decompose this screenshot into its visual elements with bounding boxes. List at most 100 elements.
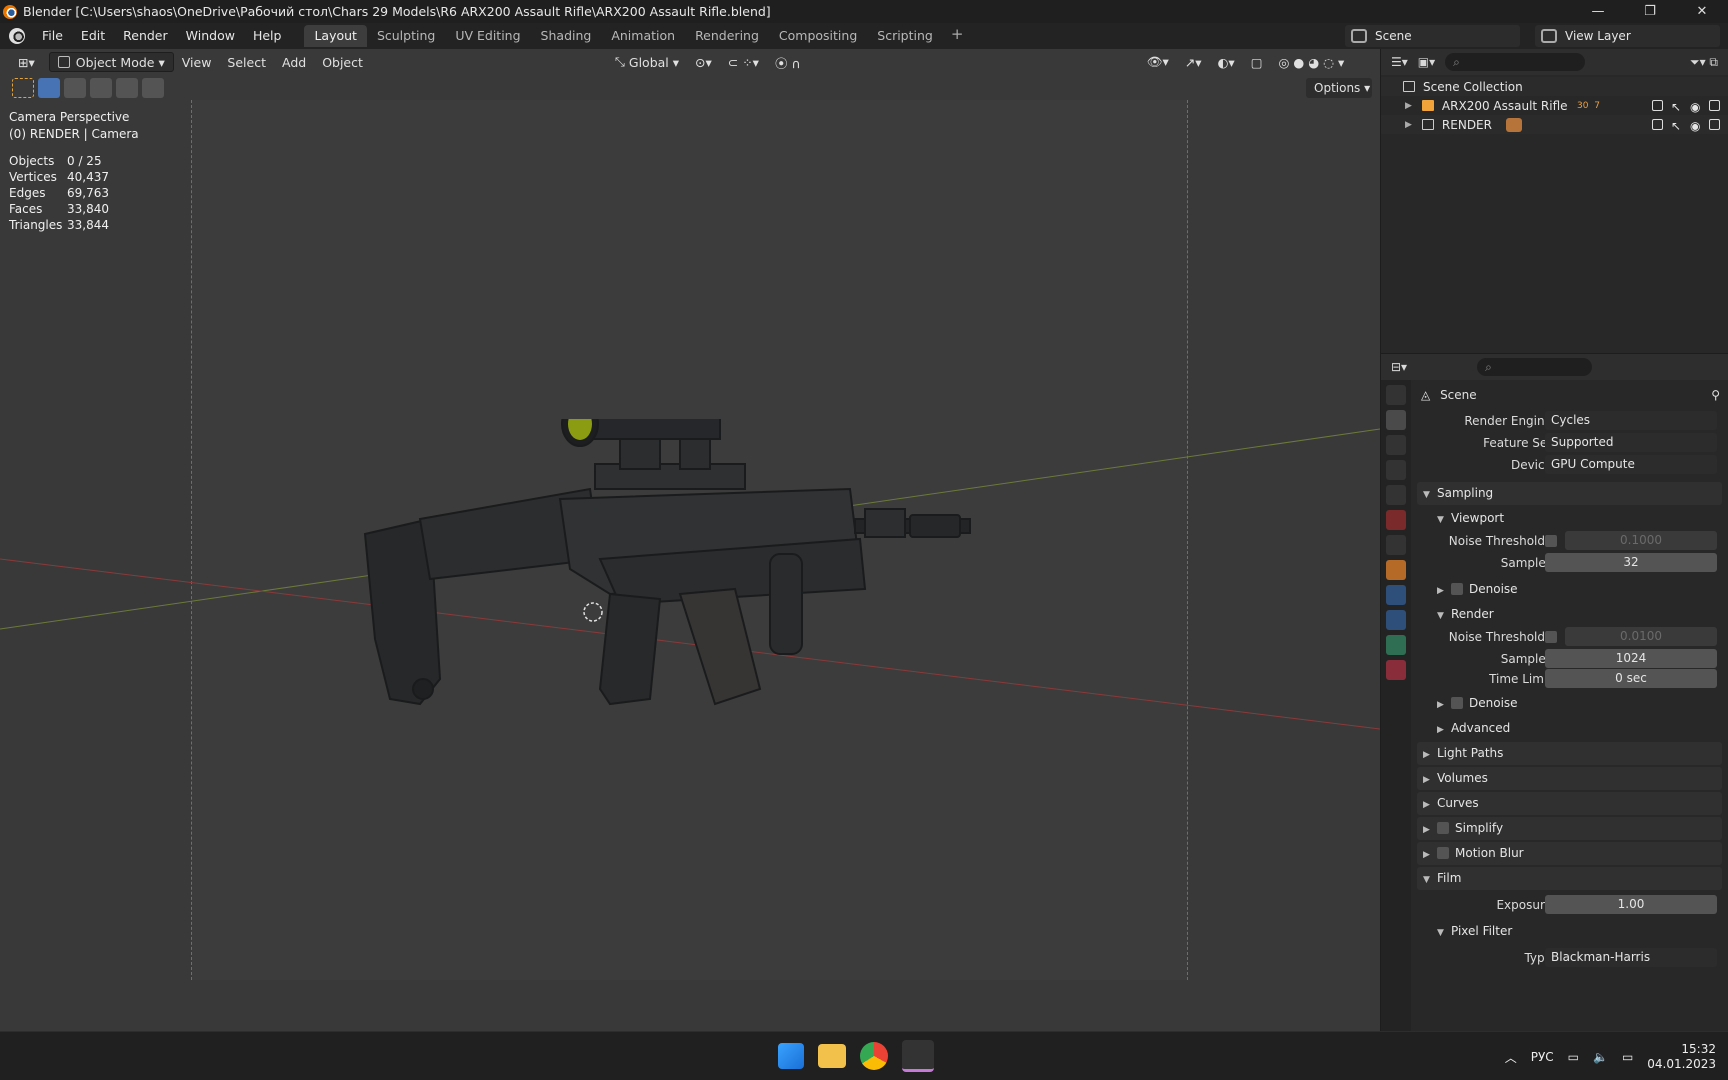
tray-chevron-icon[interactable]: ︿ — [1505, 1049, 1517, 1066]
denoise-checkbox[interactable] — [1451, 697, 1463, 709]
time-limit-field[interactable]: 0 sec — [1545, 669, 1717, 688]
orientation-dropdown[interactable]: ⤡ Global ▾ — [607, 52, 687, 72]
select-subtract-icon[interactable] — [90, 78, 112, 98]
output-tab-icon[interactable] — [1386, 435, 1406, 455]
texture-tab-icon[interactable] — [1386, 660, 1406, 680]
filter-icon[interactable]: ⏷▾ ⧉ — [1690, 55, 1718, 70]
simplify-panel[interactable]: ▶ Simplify — [1417, 817, 1722, 840]
scene-collection-row[interactable]: Scene Collection — [1381, 77, 1728, 96]
properties-editor-icon[interactable]: ⊟▾ — [1391, 360, 1407, 374]
r-noise-field[interactable]: 0.0100 — [1565, 627, 1717, 646]
add-workspace-icon[interactable]: + — [943, 25, 972, 47]
outliner-item-arx200[interactable]: ▶ ARX200 Assault Rifle 30 7 ↖ ◉ — [1381, 96, 1728, 115]
camera-icon[interactable] — [1709, 119, 1720, 130]
minimize-icon[interactable]: — — [1572, 0, 1624, 23]
expand-icon[interactable]: ▶ — [1405, 101, 1412, 111]
menu-view[interactable]: View — [174, 52, 220, 72]
language-indicator[interactable]: РУС — [1531, 1050, 1554, 1064]
select-invert-icon[interactable] — [116, 78, 138, 98]
tab-sculpting[interactable]: Sculpting — [367, 25, 445, 47]
checkbox-icon[interactable] — [1652, 100, 1663, 111]
motion-blur-panel[interactable]: ▶ Motion Blur — [1417, 842, 1722, 865]
properties-search-input[interactable]: ⌕ — [1477, 358, 1593, 376]
network-icon[interactable]: ▭ — [1568, 1050, 1579, 1064]
feature-set-dropdown[interactable]: Supported — [1545, 433, 1717, 452]
render-subpanel-header[interactable]: ▼ Render — [1417, 603, 1722, 626]
filter-type-dropdown[interactable]: Blackman-Harris — [1545, 948, 1717, 967]
physics-tab-icon[interactable] — [1386, 585, 1406, 605]
pixel-filter-subpanel[interactable]: ▼ Pixel Filter — [1417, 920, 1722, 943]
vp-samples-field[interactable]: 32 — [1545, 553, 1717, 572]
motion-blur-checkbox[interactable] — [1437, 847, 1449, 859]
scene-tab-icon[interactable] — [1386, 485, 1406, 505]
object-tab-icon[interactable] — [1386, 560, 1406, 580]
tab-compositing[interactable]: Compositing — [769, 25, 867, 47]
select-icon[interactable]: ↖ — [1671, 100, 1682, 114]
editor-type-icon[interactable]: ⊞▾ — [10, 52, 43, 72]
volume-icon[interactable]: 🔈 — [1593, 1050, 1608, 1064]
menu-add[interactable]: Add — [274, 52, 314, 72]
exposure-field[interactable]: 1.00 — [1545, 895, 1717, 914]
battery-icon[interactable]: ▭ — [1622, 1050, 1633, 1064]
proportional-edit-icon[interactable]: ⦿ ∩ — [767, 52, 809, 72]
render-tab-icon[interactable] — [1386, 410, 1406, 430]
select-intersect-icon[interactable] — [142, 78, 164, 98]
r-denoise-subpanel[interactable]: ▶ Denoise — [1417, 692, 1722, 715]
pivot-icon[interactable]: ⊙▾ — [687, 52, 720, 72]
film-panel[interactable]: ▼ Film — [1417, 867, 1722, 890]
select-new-icon[interactable] — [38, 78, 60, 98]
eye-icon[interactable]: ◉ — [1690, 119, 1701, 133]
expand-icon[interactable]: ▶ — [1405, 120, 1412, 130]
display-mode-icon[interactable]: ▣▾ — [1418, 55, 1435, 69]
mode-dropdown[interactable]: Object Mode ▾ — [48, 52, 174, 72]
world-tab-icon[interactable] — [1386, 510, 1406, 530]
tab-scripting[interactable]: Scripting — [867, 25, 943, 47]
menu-window[interactable]: Window — [177, 23, 244, 49]
render-engine-dropdown[interactable]: Cycles — [1545, 411, 1717, 430]
tab-layout[interactable]: Layout — [304, 25, 367, 47]
close-icon[interactable]: ✕ — [1676, 0, 1728, 23]
select-icon[interactable]: ↖ — [1671, 119, 1682, 133]
checkbox-icon[interactable] — [1652, 119, 1663, 130]
xray-icon[interactable]: ▢ — [1243, 52, 1271, 72]
file-explorer-icon[interactable] — [818, 1044, 846, 1068]
menu-file[interactable]: File — [33, 23, 72, 49]
menu-object[interactable]: Object — [314, 52, 371, 72]
volumes-panel[interactable]: ▶ Volumes — [1417, 767, 1722, 790]
shading-modes-icon[interactable]: ◎ ● ◕ ◌ ▾ — [1271, 52, 1353, 72]
view-layer-selector[interactable]: View Layer — [1535, 25, 1720, 47]
menu-help[interactable]: Help — [244, 23, 291, 49]
outliner-item-render[interactable]: ▶ RENDER ↖ ◉ — [1381, 115, 1728, 134]
tab-animation[interactable]: Animation — [601, 25, 685, 47]
sampling-panel-header[interactable]: ▼ Sampling — [1417, 482, 1722, 505]
vp-denoise-subpanel[interactable]: ▶ Denoise — [1417, 578, 1722, 601]
advanced-subpanel[interactable]: ▶ Advanced — [1417, 717, 1722, 740]
r-noise-checkbox[interactable] — [1545, 631, 1557, 643]
pin-icon[interactable]: ⚲ — [1711, 380, 1720, 410]
constraints-tab-icon[interactable] — [1386, 610, 1406, 630]
clock[interactable]: 15:32 04.01.2023 — [1647, 1042, 1716, 1072]
vp-noise-checkbox[interactable] — [1545, 535, 1557, 547]
restore-icon[interactable]: ❐ — [1624, 0, 1676, 23]
chrome-icon[interactable] — [860, 1042, 888, 1070]
curves-panel[interactable]: ▶ Curves — [1417, 792, 1722, 815]
menu-select[interactable]: Select — [219, 52, 274, 72]
menu-render[interactable]: Render — [114, 23, 177, 49]
select-extend-icon[interactable] — [64, 78, 86, 98]
view-layer-tab-icon[interactable] — [1386, 460, 1406, 480]
viewport-subpanel-header[interactable]: ▼ Viewport — [1417, 507, 1722, 530]
denoise-checkbox[interactable] — [1451, 583, 1463, 595]
outliner-search-input[interactable]: ⌕ — [1445, 53, 1586, 71]
3d-viewport[interactable]: ⊞▾ Object Mode ▾ View Select Add Object … — [0, 49, 1380, 1031]
tab-shading[interactable]: Shading — [531, 25, 602, 47]
camera-icon[interactable] — [1709, 100, 1720, 111]
tab-rendering[interactable]: Rendering — [685, 25, 769, 47]
device-dropdown[interactable]: GPU Compute — [1545, 455, 1717, 474]
select-tool-icon[interactable] — [12, 78, 34, 98]
rifle-model[interactable] — [360, 419, 1060, 779]
outliner-editor-icon[interactable]: ☰▾ — [1391, 55, 1408, 69]
data-tab-icon[interactable] — [1386, 635, 1406, 655]
blender-menu-icon[interactable] — [9, 28, 25, 44]
simplify-checkbox[interactable] — [1437, 822, 1449, 834]
tool-tab-icon[interactable] — [1386, 385, 1406, 405]
